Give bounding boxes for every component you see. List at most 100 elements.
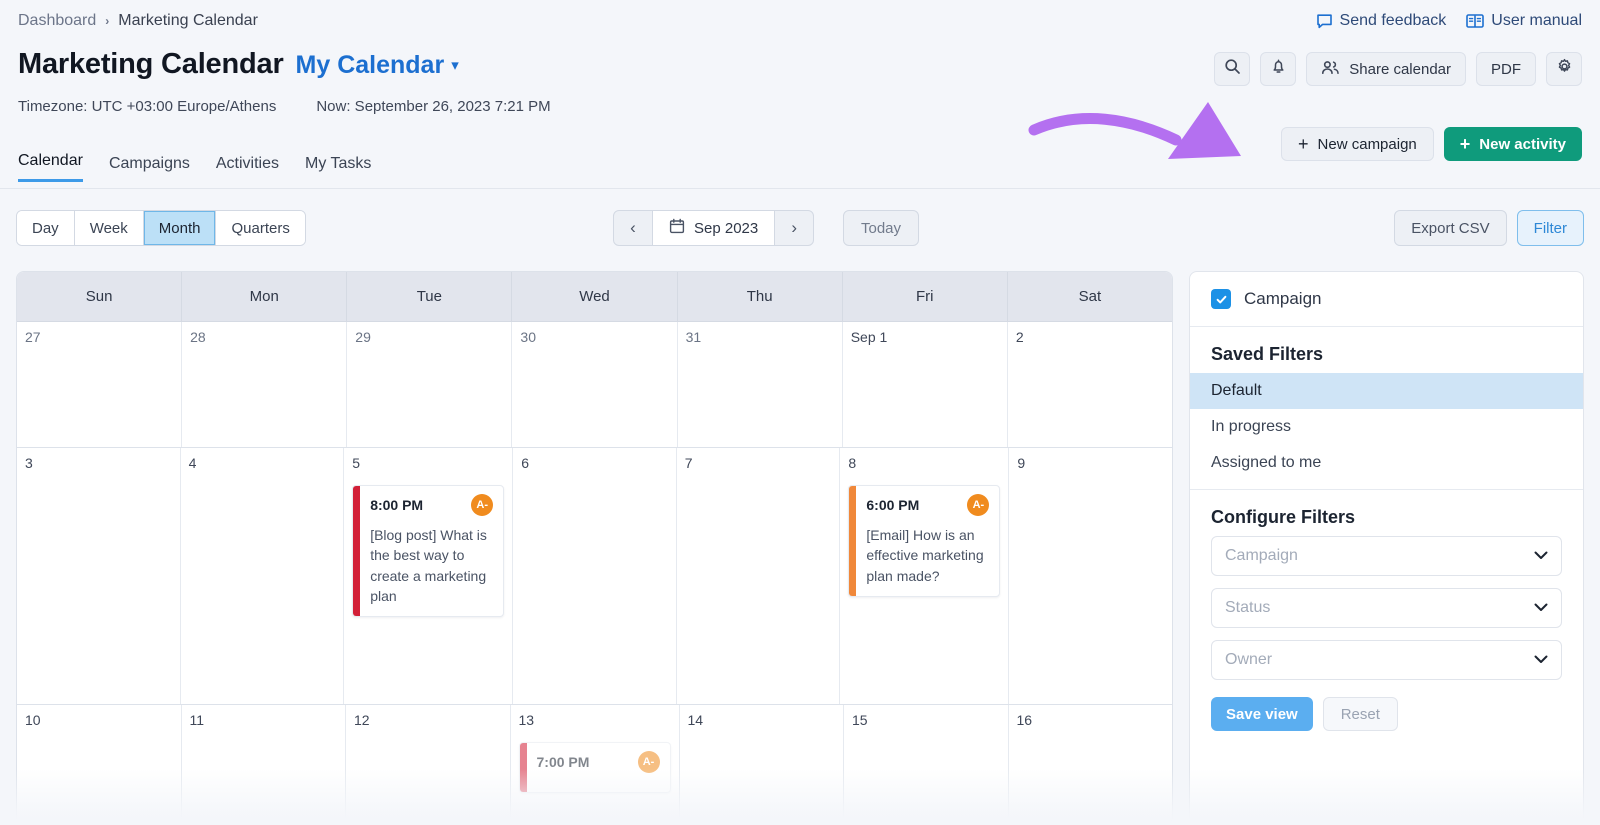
- event-title: [Email] How is an effective marketing pl…: [866, 527, 984, 584]
- day-cell[interactable]: 14: [680, 705, 844, 824]
- notifications-button[interactable]: [1260, 52, 1297, 86]
- breadcrumb-dashboard[interactable]: Dashboard: [18, 12, 96, 30]
- day-cell[interactable]: 3: [17, 448, 181, 704]
- chevron-down-icon: [1534, 547, 1548, 565]
- day-cell[interactable]: 29: [347, 322, 513, 447]
- title-row: Marketing Calendar My Calendar ▾: [18, 48, 459, 81]
- event-title: [Blog post] What is the best way to crea…: [370, 527, 487, 604]
- timezone-text: Timezone: UTC +03:00 Europe/Athens: [18, 98, 277, 115]
- calendar-event[interactable]: 7:00 PM A-: [518, 742, 671, 793]
- page-title: Marketing Calendar: [18, 48, 284, 80]
- today-button[interactable]: Today: [843, 210, 920, 246]
- tab-my-tasks[interactable]: My Tasks: [305, 155, 371, 182]
- gear-icon: [1556, 58, 1573, 80]
- weekday-mon: Mon: [182, 272, 348, 321]
- export-csv-button[interactable]: Export CSV: [1394, 210, 1507, 246]
- saved-filter-assigned-to-me[interactable]: Assigned to me: [1190, 445, 1583, 481]
- calendar-week-row: 3 4 5 8:00 PM A- [Blog post] What is the…: [17, 448, 1172, 705]
- plus-icon: +: [1459, 134, 1471, 154]
- day-number: 15: [852, 712, 868, 728]
- date-label-button[interactable]: Sep 2023: [652, 211, 776, 245]
- prev-month-button[interactable]: ‹: [614, 211, 652, 245]
- calendar-right-controls: Export CSV Filter: [1394, 210, 1584, 246]
- new-campaign-button[interactable]: + New campaign: [1281, 127, 1434, 161]
- view-day[interactable]: Day: [17, 211, 75, 245]
- new-activity-label: New activity: [1479, 135, 1566, 153]
- book-icon: [1466, 13, 1485, 29]
- day-cell[interactable]: 10: [17, 705, 182, 824]
- saved-filter-in-progress[interactable]: In progress: [1190, 409, 1583, 445]
- weekday-wed: Wed: [512, 272, 678, 321]
- campaign-checkbox-row[interactable]: Campaign: [1211, 289, 1562, 309]
- day-cell[interactable]: 11: [182, 705, 346, 824]
- day-cell[interactable]: 15: [844, 705, 1009, 824]
- event-top-row: 8:00 PM A-: [370, 494, 494, 516]
- day-number: 29: [355, 329, 371, 345]
- tab-activities[interactable]: Activities: [216, 155, 279, 182]
- status-select[interactable]: Status: [1211, 588, 1562, 628]
- day-cell[interactable]: 8 6:00 PM A- [Email] How is an effective…: [840, 448, 1010, 704]
- day-cell[interactable]: 16: [1009, 705, 1173, 824]
- day-cell[interactable]: 31: [678, 322, 843, 447]
- day-cell[interactable]: 7: [677, 448, 841, 704]
- day-cell[interactable]: 27: [17, 322, 183, 447]
- chevron-down-icon: ▾: [451, 57, 459, 74]
- day-cell[interactable]: 6: [513, 448, 677, 704]
- filter-button[interactable]: Filter: [1516, 210, 1584, 246]
- day-cell[interactable]: 28: [182, 322, 348, 447]
- view-week[interactable]: Week: [74, 211, 144, 245]
- event-color-bar: [519, 743, 527, 792]
- owner-select[interactable]: Owner: [1211, 640, 1562, 680]
- day-number: 4: [188, 455, 197, 471]
- day-number: 14: [687, 712, 704, 728]
- day-cell[interactable]: 4: [181, 448, 345, 704]
- campaign-checkbox[interactable]: [1211, 289, 1231, 309]
- next-month-button[interactable]: ›: [775, 211, 813, 245]
- saved-filters-list: Default In progress Assigned to me: [1190, 373, 1583, 489]
- current-period-label: Sep 2023: [694, 219, 759, 237]
- header-actions: Share calendar PDF: [1214, 52, 1582, 86]
- calendar-event[interactable]: 6:00 PM A- [Email] How is an effective m…: [848, 485, 1001, 597]
- pdf-button[interactable]: PDF: [1476, 52, 1536, 86]
- day-cell[interactable]: Sep 1: [843, 322, 1008, 447]
- calendar-selector[interactable]: My Calendar ▾: [296, 51, 459, 80]
- view-month[interactable]: Month: [143, 211, 217, 245]
- user-manual-link[interactable]: User manual: [1466, 12, 1582, 30]
- now-text: Now: September 26, 2023 7:21 PM: [316, 98, 551, 115]
- event-time: 6:00 PM: [866, 497, 920, 513]
- day-number: 27: [25, 329, 41, 345]
- configure-filters-heading: Configure Filters: [1211, 507, 1356, 527]
- avatar: A-: [471, 494, 494, 516]
- saved-filter-default[interactable]: Default: [1190, 373, 1583, 409]
- new-activity-button[interactable]: + New activity: [1443, 127, 1582, 161]
- save-view-button[interactable]: Save view: [1211, 697, 1313, 731]
- day-cell[interactable]: 2: [1008, 322, 1172, 447]
- share-calendar-button[interactable]: Share calendar: [1306, 52, 1466, 86]
- day-cell[interactable]: 30: [512, 322, 678, 447]
- day-cell[interactable]: 5 8:00 PM A- [Blog post] What is the bes…: [344, 448, 514, 704]
- calendar-icon: [669, 218, 685, 238]
- day-number: 9: [1017, 455, 1026, 471]
- search-button[interactable]: [1214, 52, 1251, 86]
- tab-campaigns[interactable]: Campaigns: [109, 155, 190, 182]
- send-feedback-link[interactable]: Send feedback: [1316, 12, 1446, 30]
- new-campaign-label: New campaign: [1317, 135, 1417, 153]
- day-number: 12: [354, 712, 370, 728]
- event-top-row: 7:00 PM A-: [537, 751, 660, 773]
- pdf-label: PDF: [1491, 60, 1521, 78]
- day-cell[interactable]: 9: [1009, 448, 1172, 704]
- campaign-select[interactable]: Campaign: [1211, 536, 1562, 576]
- view-quarters[interactable]: Quarters: [216, 211, 305, 245]
- event-body: 6:00 PM A- [Email] How is an effective m…: [856, 486, 999, 596]
- calendar-selector-label: My Calendar: [295, 51, 445, 79]
- settings-button[interactable]: [1546, 52, 1582, 86]
- calendar-event[interactable]: 8:00 PM A- [Blog post] What is the best …: [352, 485, 505, 618]
- day-number: 3: [25, 455, 33, 471]
- plus-icon: +: [1298, 134, 1309, 154]
- search-icon: [1224, 58, 1241, 80]
- tab-calendar[interactable]: Calendar: [18, 152, 83, 182]
- day-cell[interactable]: 13 7:00 PM A-: [511, 705, 680, 824]
- reset-button[interactable]: Reset: [1322, 697, 1398, 731]
- filter-panel: Campaign Saved Filters Default In progre…: [1189, 271, 1584, 825]
- day-cell[interactable]: 12: [346, 705, 511, 824]
